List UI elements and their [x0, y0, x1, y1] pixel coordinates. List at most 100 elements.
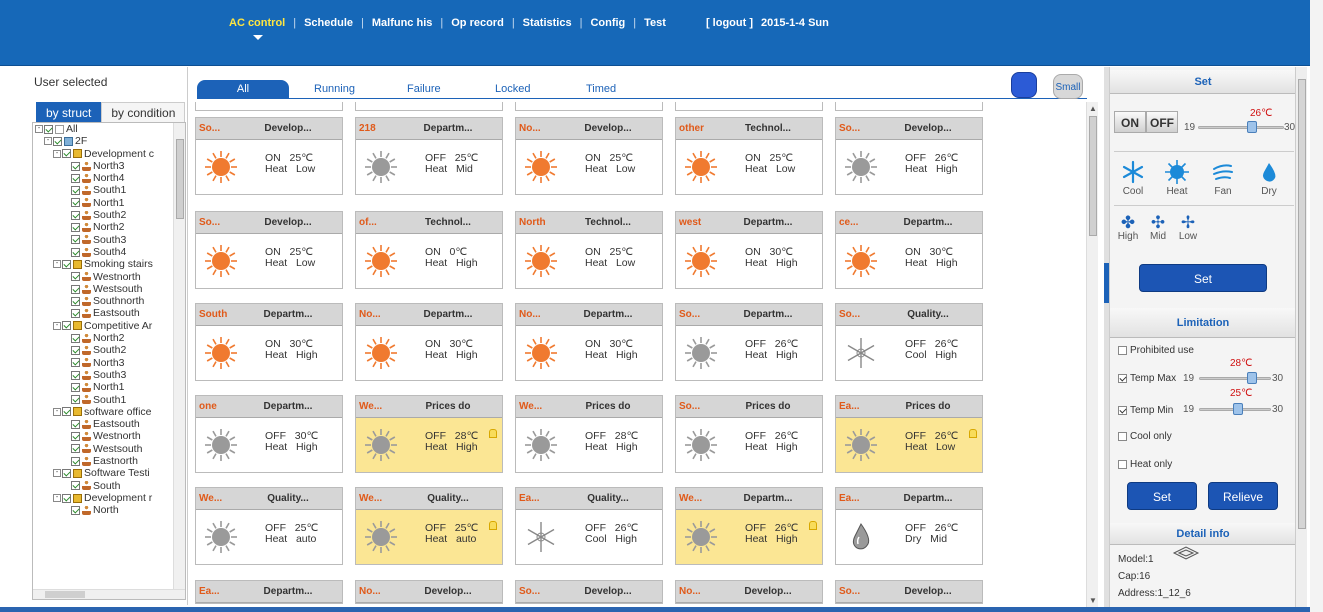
- slider-knob[interactable]: [1247, 121, 1257, 133]
- tree-checkbox[interactable]: [71, 333, 80, 343]
- tab-by-struct[interactable]: by struct: [36, 102, 102, 122]
- ac-unit-card[interactable]: So... Prices do OFF 26℃ Heat High: [675, 395, 823, 473]
- tree-checkbox[interactable]: [71, 481, 80, 491]
- tree-checkbox[interactable]: [71, 370, 80, 380]
- ac-unit-card[interactable]: No... Develop... ON 25℃ Heat Low: [515, 117, 663, 195]
- tree-node[interactable]: Eastnorth: [33, 455, 173, 467]
- tree-node[interactable]: Westsouth: [33, 443, 173, 455]
- tree-node[interactable]: Eastsouth: [33, 307, 173, 319]
- tree-checkbox[interactable]: [53, 136, 62, 146]
- tree-toggle-icon[interactable]: -: [35, 125, 43, 134]
- tree-checkbox[interactable]: [71, 173, 80, 183]
- small-view-button[interactable]: Small: [1053, 74, 1083, 99]
- checkbox-box[interactable]: [1118, 374, 1127, 383]
- tree-checkbox[interactable]: [71, 247, 80, 257]
- filter-running[interactable]: Running: [314, 80, 355, 99]
- tree-checkbox[interactable]: [71, 432, 80, 442]
- checkbox-box[interactable]: [1118, 460, 1127, 469]
- ac-unit-card[interactable]: of... Technol... ON 0℃ Heat High: [355, 211, 503, 289]
- nav-statistics[interactable]: Statistics: [523, 17, 572, 29]
- temp-slider[interactable]: [1198, 121, 1284, 133]
- fan-low[interactable]: ✢ Low: [1176, 214, 1200, 242]
- tree-checkbox[interactable]: [62, 493, 71, 503]
- filter-all[interactable]: All: [197, 80, 289, 99]
- logout-link[interactable]: [ logout ]: [706, 17, 753, 29]
- tree-node[interactable]: South2: [33, 209, 173, 221]
- tree-node[interactable]: Southnorth: [33, 295, 173, 307]
- large-view-button[interactable]: [1011, 72, 1037, 98]
- tree-node[interactable]: Westnorth: [33, 430, 173, 442]
- tree-vertical-scrollbar[interactable]: [173, 123, 185, 599]
- ac-unit-card[interactable]: Ea... Departm...: [195, 580, 343, 604]
- ac-unit-card[interactable]: Ea... Prices do OFF 26℃ Heat Low: [835, 395, 983, 473]
- tree-toggle-icon[interactable]: -: [53, 260, 61, 269]
- checkbox-box[interactable]: [1118, 346, 1127, 355]
- tree-checkbox[interactable]: [62, 321, 71, 331]
- tree-checkbox[interactable]: [71, 382, 80, 392]
- scroll-thumb[interactable]: [45, 591, 85, 598]
- tree-node[interactable]: South2: [33, 344, 173, 356]
- tree-checkbox[interactable]: [62, 407, 71, 417]
- ac-unit-card[interactable]: other Technol... ON 25℃ Heat Low: [675, 117, 823, 195]
- side-panel-scrollbar[interactable]: [1295, 67, 1307, 607]
- tree-node[interactable]: North2: [33, 221, 173, 233]
- heat-only-checkbox[interactable]: Heat only: [1118, 459, 1172, 470]
- tree-node[interactable]: - All: [33, 123, 173, 135]
- nav-config[interactable]: Config: [590, 17, 625, 29]
- checkbox-box[interactable]: [1118, 432, 1127, 441]
- scroll-thumb[interactable]: [1089, 116, 1097, 236]
- tree-toggle-icon[interactable]: -: [44, 137, 52, 146]
- power-off-button[interactable]: OFF: [1146, 111, 1178, 133]
- mode-cool[interactable]: Cool: [1116, 160, 1150, 197]
- ac-unit-card[interactable]: So... Quality... OFF 26℃ Cool High: [835, 303, 983, 381]
- tree-node[interactable]: South3: [33, 369, 173, 381]
- tree-node[interactable]: Eastsouth: [33, 418, 173, 430]
- tree-checkbox[interactable]: [71, 186, 80, 196]
- filter-locked[interactable]: Locked: [495, 80, 530, 99]
- ac-unit-card[interactable]: So... Develop... ON 25℃ Heat Low: [195, 117, 343, 195]
- apply-set-button[interactable]: Set: [1139, 264, 1267, 292]
- ac-unit-card[interactable]: So... Develop... ON 25℃ Heat Low: [195, 211, 343, 289]
- tree-toggle-icon[interactable]: -: [53, 149, 61, 158]
- grid-vertical-scrollbar[interactable]: ▲ ▼: [1086, 102, 1098, 607]
- ac-unit-card[interactable]: So... Departm... OFF 26℃ Heat High: [675, 303, 823, 381]
- temp-max-checkbox[interactable]: Temp Max: [1118, 373, 1176, 384]
- ac-unit-card[interactable]: North Technol... ON 25℃ Heat Low: [515, 211, 663, 289]
- tree-checkbox[interactable]: [71, 296, 80, 306]
- ac-unit-card[interactable]: We... Quality... OFF 25℃ Heat auto: [355, 487, 503, 565]
- tree-node[interactable]: - software office: [33, 406, 173, 418]
- tree-checkbox[interactable]: [62, 468, 71, 478]
- prohibited-use-checkbox[interactable]: Prohibited use: [1118, 345, 1194, 356]
- tree-checkbox[interactable]: [71, 419, 80, 429]
- nav-test[interactable]: Test: [644, 17, 666, 29]
- power-on-button[interactable]: ON: [1114, 111, 1146, 133]
- tree-horizontal-scrollbar[interactable]: [33, 589, 185, 599]
- tree-checkbox[interactable]: [71, 309, 80, 319]
- filter-failure[interactable]: Failure: [407, 80, 441, 99]
- ac-unit-card[interactable]: We... Departm... OFF 26℃ Heat High: [675, 487, 823, 565]
- scroll-up-icon[interactable]: ▲: [1089, 104, 1097, 113]
- tree-node[interactable]: North1: [33, 381, 173, 393]
- tab-by-condition[interactable]: by condition: [101, 102, 186, 122]
- temp-max-slider[interactable]: [1199, 372, 1271, 384]
- ac-unit-card[interactable]: Ea... Quality... OFF 26℃ Cool High: [515, 487, 663, 565]
- ac-unit-card[interactable]: ce... Departm... ON 30℃ Heat High: [835, 211, 983, 289]
- nav-ac-control[interactable]: AC control: [229, 17, 285, 29]
- tree-node[interactable]: South: [33, 480, 173, 492]
- tree-checkbox[interactable]: [44, 124, 53, 134]
- tree-checkbox[interactable]: [71, 395, 80, 405]
- tree-toggle-icon[interactable]: -: [53, 494, 61, 503]
- nav-op-record[interactable]: Op record: [451, 17, 504, 29]
- tree-node[interactable]: - Software Testi: [33, 467, 173, 479]
- temp-min-slider[interactable]: [1199, 403, 1271, 415]
- ac-unit-card[interactable]: No... Develop...: [675, 580, 823, 604]
- relieve-button[interactable]: Relieve: [1208, 482, 1278, 510]
- tree-checkbox[interactable]: [71, 444, 80, 454]
- tree-checkbox[interactable]: [71, 345, 80, 355]
- tree-node[interactable]: South1: [33, 184, 173, 196]
- limitation-set-button[interactable]: Set: [1127, 482, 1197, 510]
- mode-heat[interactable]: Heat: [1160, 160, 1194, 197]
- tree-node[interactable]: North1: [33, 197, 173, 209]
- mode-dry[interactable]: Dry: [1252, 160, 1286, 197]
- tree-node[interactable]: - Smoking stairs: [33, 258, 173, 270]
